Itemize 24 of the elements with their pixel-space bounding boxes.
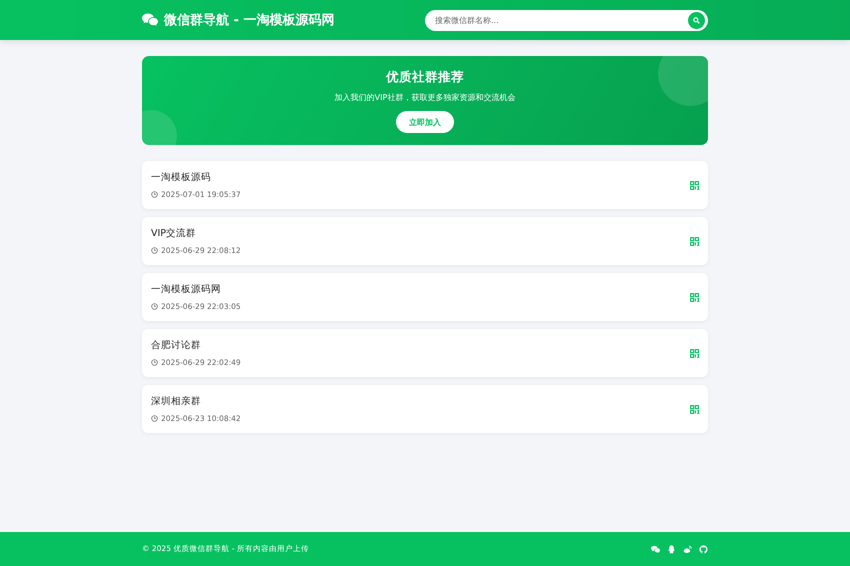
qr-code-icon[interactable] bbox=[690, 236, 699, 246]
qr-code-icon[interactable] bbox=[690, 292, 699, 302]
group-name: 一淘模板源码网 bbox=[151, 283, 222, 296]
group-name: 深圳相亲群 bbox=[151, 395, 202, 408]
clock-icon bbox=[151, 359, 158, 366]
clock-icon bbox=[151, 247, 158, 254]
banner-subtitle: 加入我们的VIP社群，获取更多独家资源和交流机会 bbox=[334, 92, 516, 103]
clock-icon bbox=[151, 191, 158, 198]
github-icon[interactable] bbox=[699, 544, 708, 554]
search-icon bbox=[693, 16, 700, 24]
site-title: 微信群导航 - 一淘模板源码网 bbox=[164, 12, 334, 29]
chat-bubbles-icon[interactable] bbox=[651, 544, 660, 554]
group-name: 一淘模板源码 bbox=[151, 171, 212, 184]
qr-code-icon[interactable] bbox=[690, 404, 699, 414]
banner-title: 优质社群推荐 bbox=[386, 69, 464, 86]
qr-code-icon[interactable] bbox=[690, 348, 699, 358]
wechat-logo-icon bbox=[142, 13, 158, 27]
group-name: VIP交流群 bbox=[151, 227, 198, 240]
search-field[interactable]: 搜索微信群名称... bbox=[425, 10, 708, 30]
clock-icon bbox=[151, 303, 158, 310]
qr-code-icon[interactable] bbox=[690, 180, 699, 190]
clock-icon bbox=[151, 415, 158, 422]
penguin-icon[interactable] bbox=[667, 544, 676, 554]
group-name: 合肥讨论群 bbox=[151, 339, 202, 352]
